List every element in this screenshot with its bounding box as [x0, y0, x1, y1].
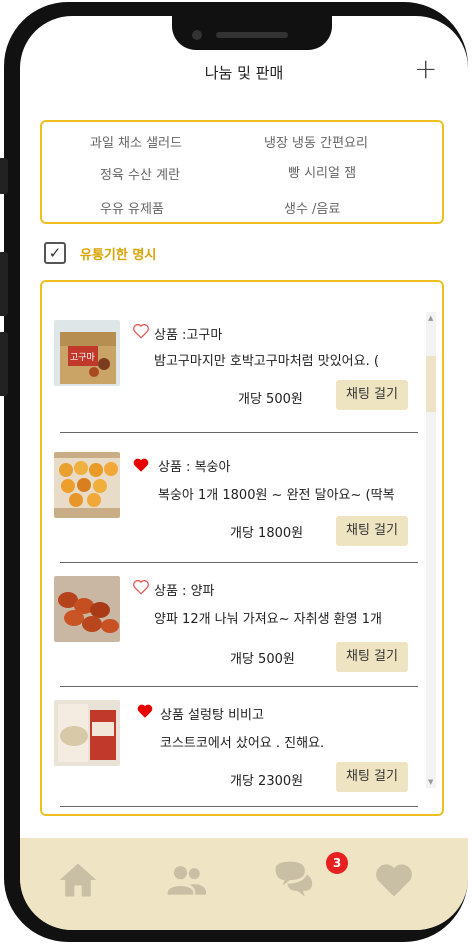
- heart-outline-icon[interactable]: [132, 578, 150, 596]
- product-description: 코스트코에서 샀어요 . 진해요.: [160, 736, 325, 751]
- expiry-checkbox[interactable]: ✓: [44, 242, 66, 264]
- category-drinks[interactable]: 생수 /음료: [284, 198, 340, 217]
- product-name: 상품 :고구마: [154, 328, 223, 343]
- product-description: 복숭아 1개 1800원 ~ 완전 달아요~ (딱복: [158, 488, 395, 503]
- product-price: 개당 2300원: [230, 774, 304, 789]
- product-price: 개당 500원: [230, 652, 295, 667]
- category-panel: 과일 채소 샐러드 냉장 냉동 간편요리 정육 수산 계란 빵 시리얼 잼 우유…: [40, 120, 444, 224]
- product-price: 개당 1800원: [230, 526, 304, 541]
- category-bread-cereal[interactable]: 빵 시리얼 잼: [288, 162, 356, 181]
- notch: [172, 16, 332, 50]
- product-name: 상품 설렁탕 비비고: [160, 708, 264, 723]
- heart-outline-icon[interactable]: [132, 322, 150, 340]
- list-item[interactable]: 고구마 상품 :고구마 밤고구마지만 호박고구마처럼 맛있어요. ( 개당 50…: [42, 320, 422, 444]
- product-description: 양파 12개 나눠 가져요~ 자취생 환영 1개: [154, 612, 382, 627]
- list-item[interactable]: 상품 설렁탕 비비고 코스트코에서 샀어요 . 진해요. 개당 2300원 채팅…: [42, 700, 422, 814]
- divider: [60, 686, 418, 687]
- list-item[interactable]: 상품 : 양파 양파 12개 나눠 가져요~ 자취생 환영 1개 개당 500원…: [42, 576, 422, 700]
- sweet-potato-box-photo: 고구마: [54, 320, 120, 386]
- product-description: 밤고구마지만 호박고구마처럼 맛있어요. (: [154, 354, 379, 369]
- chat-button[interactable]: 채팅 걸기: [336, 642, 408, 672]
- volume-down-button: [0, 332, 8, 396]
- mute-switch: [0, 158, 8, 194]
- chat-badge: 3: [326, 852, 348, 874]
- category-dairy[interactable]: 우유 유제품: [100, 198, 164, 217]
- app-screen: 나눔 및 판매 + 과일 채소 샐러드 냉장 냉동 간편요리 정육 수산 계란 …: [20, 16, 468, 930]
- product-name: 상품 : 복숭아: [158, 460, 231, 475]
- people-icon[interactable]: [164, 858, 208, 902]
- divider: [60, 806, 418, 807]
- scrollbar[interactable]: ▲ ▼: [426, 312, 436, 788]
- heart-icon[interactable]: [372, 858, 416, 902]
- expiry-label: 유통기한 명시: [80, 248, 157, 263]
- peach-box-photo: [54, 452, 120, 518]
- chat-button[interactable]: 채팅 걸기: [336, 380, 408, 410]
- bottom-tab-bar: 3: [20, 838, 468, 930]
- product-list[interactable]: 고구마 상품 :고구마 밤고구마지만 호박고구마처럼 맛있어요. ( 개당 50…: [40, 280, 444, 816]
- product-price: 개당 500원: [238, 392, 303, 407]
- divider: [60, 562, 418, 563]
- category-fruit-veg[interactable]: 과일 채소 샐러드: [90, 132, 182, 151]
- svg-text:고구마: 고구마: [70, 352, 96, 363]
- category-meat-seafood[interactable]: 정육 수산 계란: [100, 164, 180, 183]
- heart-filled-icon[interactable]: [132, 456, 150, 474]
- scrollbar-thumb[interactable]: [426, 356, 436, 412]
- page-title: 나눔 및 판매: [204, 64, 284, 82]
- chat-icon[interactable]: [270, 858, 314, 902]
- onion-photo: [54, 576, 120, 642]
- scroll-up-icon[interactable]: ▲: [428, 314, 433, 322]
- heart-filled-icon[interactable]: [136, 702, 154, 720]
- divider: [60, 432, 418, 433]
- volume-up-button: [0, 252, 8, 316]
- list-item[interactable]: 상품 : 복숭아 복숭아 1개 1800원 ~ 완전 달아요~ (딱복 개당 1…: [42, 452, 422, 576]
- soup-package-photo: [54, 700, 120, 766]
- add-button[interactable]: +: [414, 52, 437, 85]
- home-icon[interactable]: [56, 858, 100, 902]
- product-name: 상품 : 양파: [154, 584, 215, 599]
- scroll-down-icon[interactable]: ▼: [428, 778, 433, 786]
- category-frozen-meals[interactable]: 냉장 냉동 간편요리: [264, 132, 368, 151]
- camera-icon: [192, 30, 202, 40]
- chat-button[interactable]: 채팅 걸기: [336, 516, 408, 546]
- phone-frame: 나눔 및 판매 + 과일 채소 샐러드 냉장 냉동 간편요리 정육 수산 계란 …: [0, 2, 468, 942]
- speaker-icon: [216, 32, 288, 38]
- chat-button[interactable]: 채팅 걸기: [336, 762, 408, 792]
